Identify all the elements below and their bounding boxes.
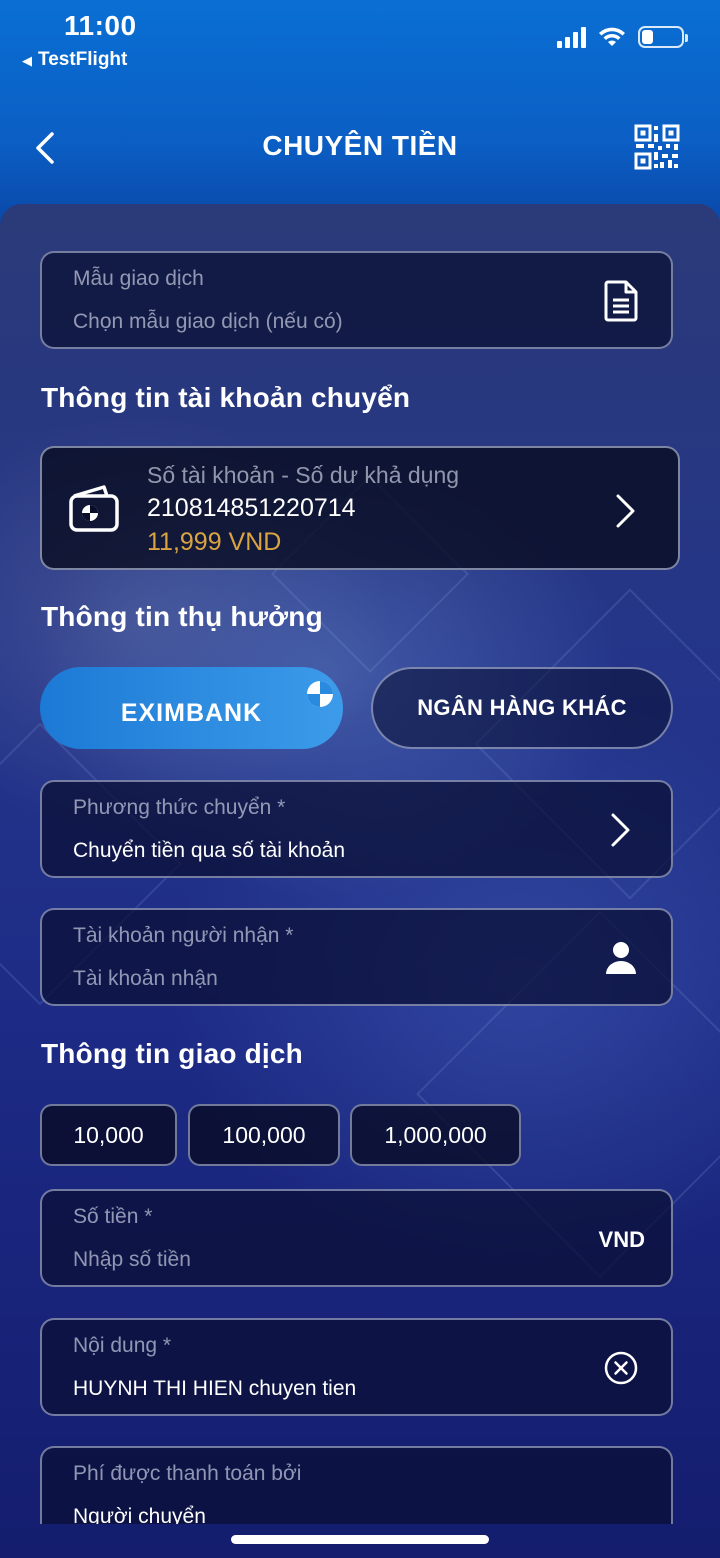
- content-value: HUYNH THI HIEN chuyen tien: [73, 1377, 357, 1400]
- recipient-account-field[interactable]: Tài khoản người nhận * Tài khoản nhận: [40, 908, 673, 1006]
- currency-unit: VND: [598, 1227, 645, 1252]
- source-account-card[interactable]: Số tài khoản - Số dư khả dụng 2108148512…: [40, 446, 680, 570]
- chevron-right-icon: [601, 808, 641, 852]
- cellular-signal-icon: [557, 26, 586, 48]
- transfer-method-value: Chuyển tiền qua số tài khoản: [73, 839, 346, 862]
- fee-payer-label: Phí được thanh toán bởi: [73, 1462, 302, 1485]
- wifi-icon: [599, 27, 625, 46]
- quick-amount-chip[interactable]: 1,000,000: [350, 1104, 521, 1166]
- amount-label: Số tiền *: [73, 1205, 153, 1228]
- amount-placeholder: Nhập số tiền: [73, 1248, 191, 1271]
- bank-option-other[interactable]: NGÂN HÀNG KHÁC: [371, 667, 673, 749]
- home-indicator[interactable]: [231, 1535, 489, 1544]
- recipient-account-placeholder: Tài khoản nhận: [73, 967, 218, 990]
- qr-code-icon[interactable]: [634, 124, 680, 170]
- page-title: CHUYÊN TIỀN: [262, 130, 458, 161]
- quick-amount-chip[interactable]: 10,000: [40, 1104, 177, 1166]
- content-field[interactable]: Nội dung * HUYNH THI HIEN chuyen tien: [40, 1318, 673, 1416]
- quick-amount-chip[interactable]: 100,000: [188, 1104, 340, 1166]
- amount-field[interactable]: Số tiền * Nhập số tiền VND: [40, 1189, 673, 1287]
- beneficiary-section-title: Thông tin thụ hưởng: [41, 601, 323, 632]
- template-placeholder: Chọn mẫu giao dịch (nếu có): [73, 310, 343, 333]
- transaction-section-title: Thông tin giao dịch: [41, 1038, 303, 1069]
- fee-payer-field[interactable]: Phí được thanh toán bởi Người chuyển: [40, 1446, 673, 1524]
- status-back-to-app[interactable]: ◀ TestFlight: [22, 49, 127, 71]
- chevron-right-icon: [616, 494, 635, 528]
- eximbank-logo-text: EXIMBANK: [120, 698, 263, 727]
- eximbank-logo-icon: [307, 681, 333, 707]
- bank-option-eximbank[interactable]: EXIMBANK: [40, 667, 343, 749]
- source-section-title: Thông tin tài khoản chuyển: [41, 382, 411, 413]
- status-time: 11:00: [64, 10, 137, 41]
- fee-payer-value: Người chuyển: [73, 1505, 206, 1524]
- content-label: Nội dung *: [73, 1334, 172, 1357]
- transfer-method-label: Phương thức chuyển *: [73, 796, 286, 819]
- wallet-icon: [69, 485, 119, 532]
- clear-icon[interactable]: [601, 1346, 641, 1390]
- back-triangle-icon: ◀: [22, 53, 32, 68]
- recipient-account-label: Tài khoản người nhận *: [73, 924, 294, 947]
- contact-person-icon[interactable]: [601, 936, 641, 980]
- account-card-label: Số tài khoản - Số dư khả dụng: [147, 462, 460, 488]
- status-back-label: TestFlight: [38, 49, 128, 70]
- transaction-template-select[interactable]: Mẫu giao dịch Chọn mẫu giao dịch (nếu có…: [40, 251, 673, 349]
- transfer-method-select[interactable]: Phương thức chuyển * Chuyển tiền qua số …: [40, 780, 673, 878]
- account-balance: 11,999 VND: [147, 528, 282, 556]
- template-label: Mẫu giao dịch: [73, 267, 204, 290]
- account-number: 210814851220714: [147, 494, 356, 522]
- document-icon[interactable]: [601, 279, 641, 323]
- battery-icon: [638, 26, 688, 48]
- status-icons: [557, 26, 688, 48]
